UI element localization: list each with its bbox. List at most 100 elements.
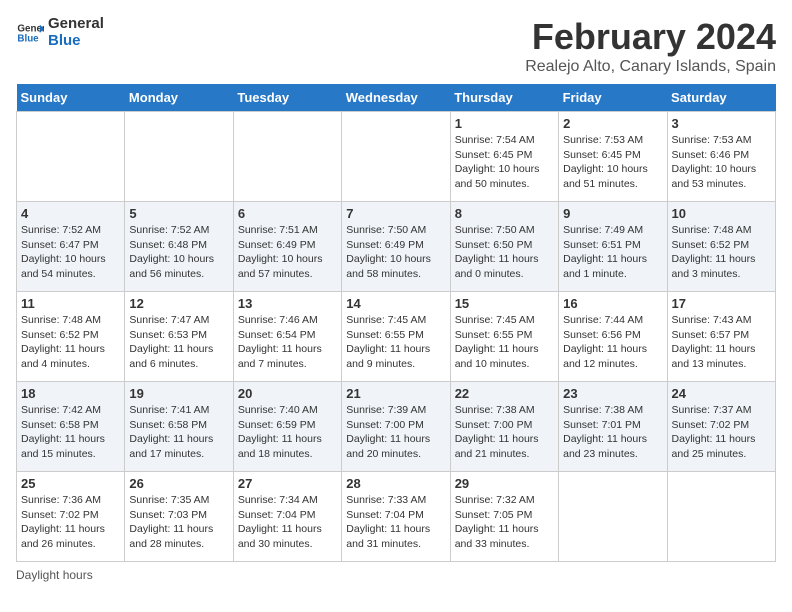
calendar-cell: 4Sunrise: 7:52 AMSunset: 6:47 PMDaylight… xyxy=(17,202,125,292)
footer-note: Daylight hours xyxy=(16,568,776,582)
cell-info: Sunrise: 7:53 AMSunset: 6:46 PMDaylight:… xyxy=(672,133,771,192)
title-block: February 2024 Realejo Alto, Canary Islan… xyxy=(525,16,776,76)
calendar-cell: 28 Sunrise: 7:33 AMSunset: 7:04 PMDayligh… xyxy=(342,472,450,562)
calendar-cell xyxy=(667,472,775,562)
logo-blue: Blue xyxy=(48,33,104,50)
cell-info: Sunrise: 7:33 AMSunset: 7:04 PMDaylight:… xyxy=(346,493,445,552)
calendar-cell: 29 Sunrise: 7:32 AMSunset: 7:05 PMDayligh… xyxy=(450,472,558,562)
day-header-saturday: Saturday xyxy=(667,84,775,112)
logo-general: General xyxy=(48,16,104,33)
cell-date: 23 xyxy=(563,386,662,401)
cell-date: 16 xyxy=(563,296,662,311)
cell-date: 1 xyxy=(455,116,554,131)
cell-date: 11 xyxy=(21,296,120,311)
calendar-cell: 8Sunrise: 7:50 AMSunset: 6:50 PMDaylight… xyxy=(450,202,558,292)
svg-text:Blue: Blue xyxy=(17,33,39,44)
cell-info: Sunrise: 7:47 AMSunset: 6:53 PMDaylight:… xyxy=(129,313,228,372)
calendar-cell: 1Sunrise: 7:54 AMSunset: 6:45 PMDaylight… xyxy=(450,112,558,202)
week-row-3: 11 Sunrise: 7:48 AMSunset: 6:52 PMDayligh… xyxy=(17,292,776,382)
header: General Blue General Blue February 2024 … xyxy=(16,16,776,76)
week-row-2: 4Sunrise: 7:52 AMSunset: 6:47 PMDaylight… xyxy=(17,202,776,292)
calendar-cell: 22 Sunrise: 7:38 AMSunset: 7:00 PMDayligh… xyxy=(450,382,558,472)
cell-info: Sunrise: 7:35 AMSunset: 7:03 PMDaylight:… xyxy=(129,493,228,552)
day-header-tuesday: Tuesday xyxy=(233,84,341,112)
cell-info: Sunrise: 7:40 AMSunset: 6:59 PMDaylight:… xyxy=(238,403,337,462)
cell-info: Sunrise: 7:42 AMSunset: 6:58 PMDaylight:… xyxy=(21,403,120,462)
cell-info: Sunrise: 7:48 AMSunset: 6:52 PMDaylight:… xyxy=(21,313,120,372)
cell-info: Sunrise: 7:50 AMSunset: 6:50 PMDaylight:… xyxy=(455,223,554,282)
cell-date: 15 xyxy=(455,296,554,311)
cell-info: Sunrise: 7:37 AMSunset: 7:02 PMDaylight:… xyxy=(672,403,771,462)
cell-date: 3 xyxy=(672,116,771,131)
cell-date: 9 xyxy=(563,206,662,221)
cell-info: Sunrise: 7:38 AMSunset: 7:00 PMDaylight:… xyxy=(455,403,554,462)
cell-date: 27 xyxy=(238,476,337,491)
logo: General Blue General Blue xyxy=(16,16,104,49)
cell-info: Sunrise: 7:34 AMSunset: 7:04 PMDaylight:… xyxy=(238,493,337,552)
header-row: SundayMondayTuesdayWednesdayThursdayFrid… xyxy=(17,84,776,112)
cell-date: 2 xyxy=(563,116,662,131)
cell-info: Sunrise: 7:41 AMSunset: 6:58 PMDaylight:… xyxy=(129,403,228,462)
cell-date: 29 xyxy=(455,476,554,491)
calendar-cell: 27 Sunrise: 7:34 AMSunset: 7:04 PMDayligh… xyxy=(233,472,341,562)
cell-info: Sunrise: 7:50 AMSunset: 6:49 PMDaylight:… xyxy=(346,223,445,282)
calendar-cell xyxy=(342,112,450,202)
day-header-friday: Friday xyxy=(559,84,667,112)
calendar-cell: 18 Sunrise: 7:42 AMSunset: 6:58 PMDayligh… xyxy=(17,382,125,472)
day-header-monday: Monday xyxy=(125,84,233,112)
cell-date: 26 xyxy=(129,476,228,491)
calendar-cell: 17 Sunrise: 7:43 AMSunset: 6:57 PMDayligh… xyxy=(667,292,775,382)
cell-date: 18 xyxy=(21,386,120,401)
cell-info: Sunrise: 7:39 AMSunset: 7:00 PMDaylight:… xyxy=(346,403,445,462)
calendar-cell: 15 Sunrise: 7:45 AMSunset: 6:55 PMDayligh… xyxy=(450,292,558,382)
calendar-cell: 10 Sunrise: 7:48 AMSunset: 6:52 PMDayligh… xyxy=(667,202,775,292)
cell-info: Sunrise: 7:49 AMSunset: 6:51 PMDaylight:… xyxy=(563,223,662,282)
cell-date: 4 xyxy=(21,206,120,221)
cell-date: 20 xyxy=(238,386,337,401)
calendar-cell: 5 Sunrise: 7:52 AMSunset: 6:48 PMDaylight… xyxy=(125,202,233,292)
cell-date: 14 xyxy=(346,296,445,311)
cell-date: 6 xyxy=(238,206,337,221)
cell-info: Sunrise: 7:38 AMSunset: 7:01 PMDaylight:… xyxy=(563,403,662,462)
calendar-cell xyxy=(125,112,233,202)
calendar-cell: 12 Sunrise: 7:47 AMSunset: 6:53 PMDayligh… xyxy=(125,292,233,382)
cell-date: 5 xyxy=(129,206,228,221)
week-row-5: 25Sunrise: 7:36 AMSunset: 7:02 PMDayligh… xyxy=(17,472,776,562)
cell-info: Sunrise: 7:45 AMSunset: 6:55 PMDaylight:… xyxy=(346,313,445,372)
calendar-cell: 16Sunrise: 7:44 AMSunset: 6:56 PMDayligh… xyxy=(559,292,667,382)
location-title: Realejo Alto, Canary Islands, Spain xyxy=(525,58,776,76)
cell-info: Sunrise: 7:45 AMSunset: 6:55 PMDaylight:… xyxy=(455,313,554,372)
cell-date: 12 xyxy=(129,296,228,311)
cell-date: 10 xyxy=(672,206,771,221)
day-header-thursday: Thursday xyxy=(450,84,558,112)
cell-info: Sunrise: 7:43 AMSunset: 6:57 PMDaylight:… xyxy=(672,313,771,372)
calendar-cell: 6Sunrise: 7:51 AMSunset: 6:49 PMDaylight… xyxy=(233,202,341,292)
calendar-cell: 7 Sunrise: 7:50 AMSunset: 6:49 PMDaylight… xyxy=(342,202,450,292)
calendar-cell: 9 Sunrise: 7:49 AMSunset: 6:51 PMDaylight… xyxy=(559,202,667,292)
cell-date: 7 xyxy=(346,206,445,221)
calendar-cell: 3 Sunrise: 7:53 AMSunset: 6:46 PMDaylight… xyxy=(667,112,775,202)
calendar-cell xyxy=(17,112,125,202)
cell-info: Sunrise: 7:52 AMSunset: 6:48 PMDaylight:… xyxy=(129,223,228,282)
cell-date: 21 xyxy=(346,386,445,401)
cell-date: 24 xyxy=(672,386,771,401)
calendar-cell: 24 Sunrise: 7:37 AMSunset: 7:02 PMDayligh… xyxy=(667,382,775,472)
logo-icon: General Blue xyxy=(16,19,44,47)
day-header-wednesday: Wednesday xyxy=(342,84,450,112)
calendar-cell xyxy=(233,112,341,202)
calendar-cell: 21 Sunrise: 7:39 AMSunset: 7:00 PMDayligh… xyxy=(342,382,450,472)
cell-date: 25 xyxy=(21,476,120,491)
calendar-cell: 13Sunrise: 7:46 AMSunset: 6:54 PMDayligh… xyxy=(233,292,341,382)
week-row-1: 1Sunrise: 7:54 AMSunset: 6:45 PMDaylight… xyxy=(17,112,776,202)
calendar-cell: 23 Sunrise: 7:38 AMSunset: 7:01 PMDayligh… xyxy=(559,382,667,472)
cell-date: 17 xyxy=(672,296,771,311)
calendar-cell: 2 Sunrise: 7:53 AMSunset: 6:45 PMDaylight… xyxy=(559,112,667,202)
cell-info: Sunrise: 7:48 AMSunset: 6:52 PMDaylight:… xyxy=(672,223,771,282)
calendar-cell: 11 Sunrise: 7:48 AMSunset: 6:52 PMDayligh… xyxy=(17,292,125,382)
calendar-cell: 14 Sunrise: 7:45 AMSunset: 6:55 PMDayligh… xyxy=(342,292,450,382)
cell-date: 22 xyxy=(455,386,554,401)
cell-info: Sunrise: 7:53 AMSunset: 6:45 PMDaylight:… xyxy=(563,133,662,192)
cell-info: Sunrise: 7:46 AMSunset: 6:54 PMDaylight:… xyxy=(238,313,337,372)
cell-date: 28 xyxy=(346,476,445,491)
cell-info: Sunrise: 7:32 AMSunset: 7:05 PMDaylight:… xyxy=(455,493,554,552)
